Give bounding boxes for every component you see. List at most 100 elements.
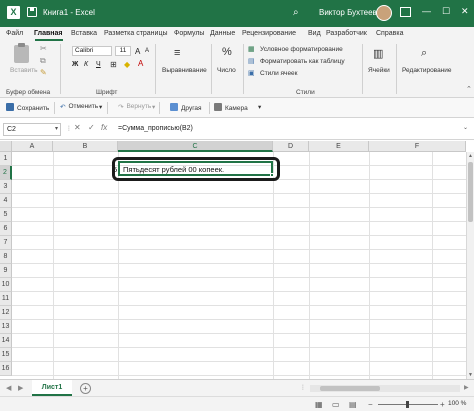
qat-customize-icon[interactable]: ▾ xyxy=(258,103,261,111)
close-icon[interactable]: ✕ xyxy=(461,6,469,17)
paste-icon[interactable] xyxy=(14,43,29,63)
alignment-button[interactable]: Выравнивание xyxy=(162,67,207,74)
zoom-level[interactable]: 100 % xyxy=(448,400,466,407)
cancel-icon[interactable]: ✕ xyxy=(74,123,81,132)
row-header-2[interactable]: 2 xyxy=(0,166,12,180)
ribbon-display-icon[interactable] xyxy=(400,7,411,17)
column-header-a[interactable]: A xyxy=(12,141,53,152)
borders-icon[interactable]: ⊞ xyxy=(110,60,117,69)
row-header-6[interactable]: 6 xyxy=(0,222,12,236)
format-as-table-button[interactable]: Форматировать как таблицу xyxy=(260,58,345,65)
row-header-12[interactable]: 12 xyxy=(0,306,12,320)
spreadsheet-grid[interactable]: A B C D E F 1 2 3 4 5 6 7 8 9 10 11 12 13 14 15 16 5 Пя… xyxy=(0,141,474,379)
font-size-select[interactable]: 11 xyxy=(115,46,131,56)
name-box[interactable]: C2 ▾ xyxy=(3,123,61,136)
scroll-down-icon[interactable]: ▼ xyxy=(468,372,473,378)
cells-icon[interactable]: ▥ xyxy=(373,47,383,60)
column-header-d[interactable]: D xyxy=(273,141,309,152)
font-color-icon[interactable]: A xyxy=(138,59,143,68)
tab-insert[interactable]: Вставка xyxy=(71,30,97,37)
row-header-10[interactable]: 10 xyxy=(0,278,12,292)
select-all-corner[interactable] xyxy=(0,141,12,152)
alignment-icon[interactable]: ≡ xyxy=(174,47,180,59)
tab-file[interactable]: Файл xyxy=(6,30,23,37)
qat-undo-button[interactable]: ↶ Отменить xyxy=(60,103,98,111)
row-header-8[interactable]: 8 xyxy=(0,250,12,264)
formula-input[interactable]: =Сумма_прописью(B2) xyxy=(118,125,193,132)
horizontal-scrollbar[interactable] xyxy=(310,385,460,392)
next-sheet-icon[interactable]: ▶ xyxy=(18,384,23,392)
column-header-b[interactable]: B xyxy=(53,141,118,152)
increase-font-button[interactable]: A xyxy=(135,47,140,56)
sheet-tab-1[interactable]: Лист1 xyxy=(32,380,72,396)
scroll-up-icon[interactable]: ▲ xyxy=(468,153,473,159)
search-icon[interactable]: ⌕ xyxy=(421,47,427,60)
zoom-out-button[interactable]: − xyxy=(368,400,373,409)
row-header-9[interactable]: 9 xyxy=(0,264,12,278)
scroll-right-icon[interactable]: ▶ xyxy=(464,384,469,391)
vertical-scrollbar[interactable]: ▲ ▼ xyxy=(466,152,474,379)
enter-icon[interactable]: ✓ xyxy=(88,123,95,132)
row-header-15[interactable]: 15 xyxy=(0,348,12,362)
tab-formulas[interactable]: Формулы xyxy=(174,30,204,37)
decrease-font-button[interactable]: A xyxy=(145,48,149,54)
tab-developer[interactable]: Разработчик xyxy=(326,30,367,37)
avatar[interactable] xyxy=(376,5,392,21)
column-header-c[interactable]: C xyxy=(118,141,273,152)
qat-redo-button[interactable]: ↷ Вернуть xyxy=(118,103,151,111)
zoom-in-button[interactable]: + xyxy=(440,400,445,409)
expand-formula-icon[interactable]: ⌄ xyxy=(463,124,468,131)
percent-icon[interactable]: % xyxy=(222,46,232,58)
fill-color-icon[interactable]: ◆ xyxy=(124,60,130,69)
editing-button[interactable]: Редактирование xyxy=(402,67,452,74)
row-header-7[interactable]: 7 xyxy=(0,236,12,250)
paste-button[interactable]: Вставить xyxy=(10,67,38,74)
prev-sheet-icon[interactable]: ◀ xyxy=(6,384,11,392)
tab-help[interactable]: Справка xyxy=(376,30,403,37)
save-icon[interactable] xyxy=(27,7,37,17)
row-header-13[interactable]: 13 xyxy=(0,320,12,334)
copy-icon[interactable]: ⧉ xyxy=(40,56,46,66)
tab-review[interactable]: Рецензирование xyxy=(242,30,296,37)
qat-other-button[interactable]: Другая xyxy=(170,103,202,112)
zoom-slider-knob[interactable] xyxy=(406,401,409,408)
column-header-f[interactable]: F xyxy=(369,141,466,152)
row-header-1[interactable]: 1 xyxy=(0,152,12,166)
cells-button[interactable]: Ячейки xyxy=(368,67,390,74)
number-format-button[interactable]: Число xyxy=(217,67,236,74)
minimize-icon[interactable]: — xyxy=(422,6,431,16)
scroll-thumb[interactable] xyxy=(468,162,473,222)
page-layout-view-icon[interactable]: ▭ xyxy=(332,400,340,409)
row-header-5[interactable]: 5 xyxy=(0,208,12,222)
qat-redo-dropdown[interactable]: ▾ xyxy=(152,103,155,111)
italic-button[interactable]: К xyxy=(84,61,88,68)
tab-split-icon[interactable]: ⋮ xyxy=(300,384,306,391)
collapse-ribbon-icon[interactable]: ⌃ xyxy=(466,85,472,93)
insert-function-icon[interactable]: fx xyxy=(101,123,107,132)
bold-button[interactable]: Ж xyxy=(72,61,78,68)
user-name[interactable]: Виктор Бухтеев xyxy=(319,8,377,17)
maximize-icon[interactable]: ☐ xyxy=(442,6,450,17)
qat-save-button[interactable]: Сохранить xyxy=(6,103,49,112)
format-painter-icon[interactable]: ✎ xyxy=(40,68,47,77)
page-break-view-icon[interactable]: ▤ xyxy=(349,400,357,409)
add-sheet-icon[interactable]: + xyxy=(80,383,91,394)
row-header-3[interactable]: 3 xyxy=(0,180,12,194)
conditional-formatting-button[interactable]: Условное форматирование xyxy=(260,46,343,53)
scroll-thumb[interactable] xyxy=(320,386,380,391)
row-header-11[interactable]: 11 xyxy=(0,292,12,306)
row-header-14[interactable]: 14 xyxy=(0,334,12,348)
tab-data[interactable]: Данные xyxy=(210,30,235,37)
cut-icon[interactable]: ✂ xyxy=(40,44,47,53)
qat-undo-dropdown[interactable]: ▾ xyxy=(99,103,102,111)
row-header-16[interactable]: 16 xyxy=(0,362,12,376)
qat-camera-button[interactable]: Камера xyxy=(214,103,248,112)
tab-page-layout[interactable]: Разметка страницы xyxy=(104,30,168,37)
column-header-e[interactable]: E xyxy=(309,141,369,152)
tab-home[interactable]: Главная xyxy=(34,30,62,37)
chevron-down-icon[interactable]: ▾ xyxy=(55,124,58,135)
tab-view[interactable]: Вид xyxy=(308,30,321,37)
search-icon[interactable]: ⌕ xyxy=(293,7,299,18)
underline-button[interactable]: Ч xyxy=(96,61,101,68)
row-header-4[interactable]: 4 xyxy=(0,194,12,208)
